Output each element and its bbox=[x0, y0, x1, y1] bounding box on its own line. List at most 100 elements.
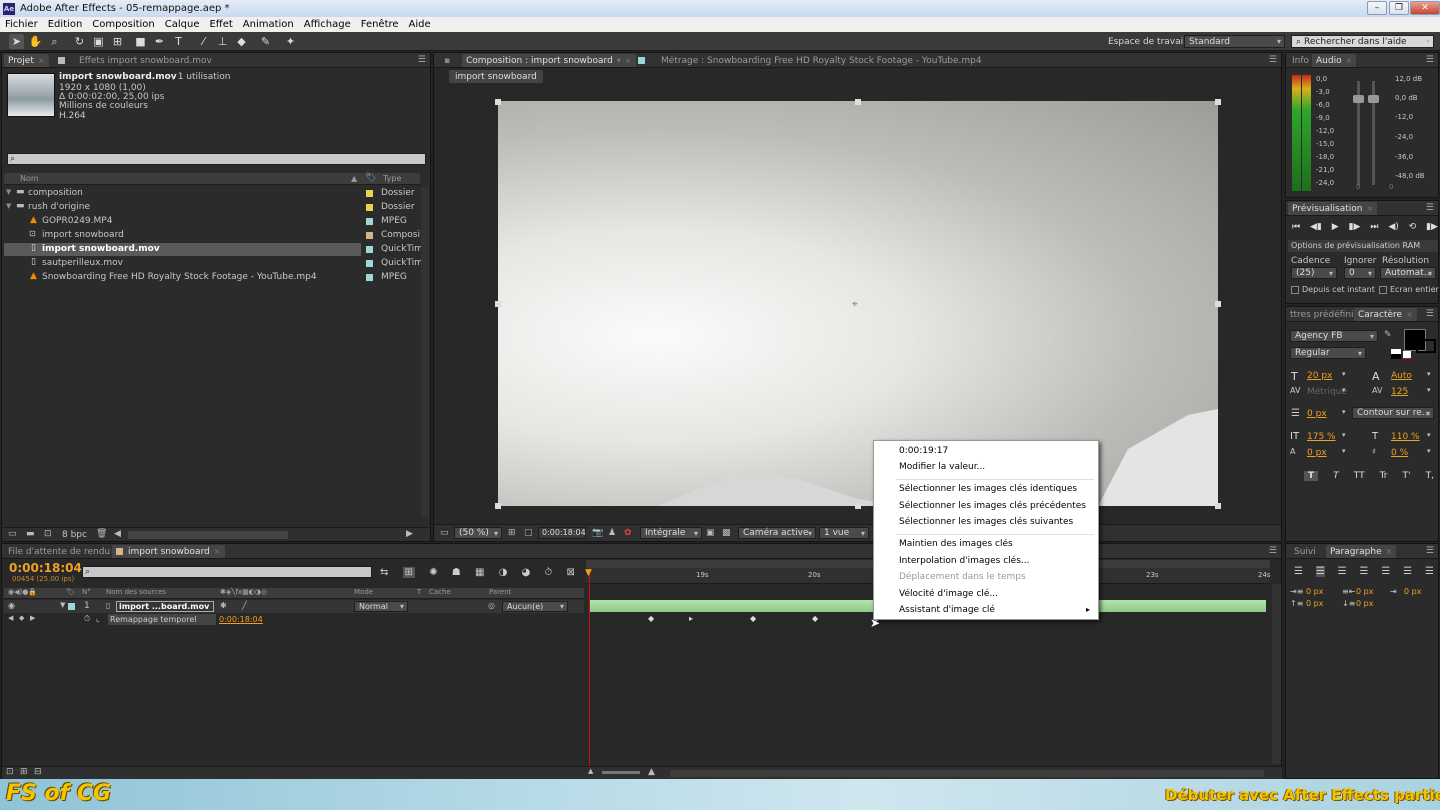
from-current-checkbox[interactable] bbox=[1291, 286, 1299, 294]
color-channels-icon[interactable]: ✿ bbox=[624, 528, 632, 538]
menu-affichage[interactable]: Affichage bbox=[299, 19, 356, 30]
tab-paragraph[interactable]: Paragraphe × bbox=[1326, 545, 1397, 558]
composition-frame[interactable]: ⌖ bbox=[498, 101, 1218, 506]
timeline-current-time[interactable]: 0:00:18:04 bbox=[9, 561, 82, 575]
menu-item-edit-value[interactable]: Modifier la valeur... bbox=[899, 462, 985, 472]
ram-preview-icon[interactable]: ▮▶ bbox=[1426, 222, 1438, 232]
volume-slider-thumb-left[interactable] bbox=[1353, 95, 1364, 103]
menu-animation[interactable]: Animation bbox=[238, 19, 299, 30]
subscript-button[interactable]: T, bbox=[1426, 471, 1434, 481]
list-item-selected[interactable]: ▯ import snowboard.mov bbox=[4, 243, 361, 256]
stroke-width-value[interactable]: 0 px bbox=[1307, 409, 1327, 419]
small-caps-button[interactable]: Tr bbox=[1380, 471, 1388, 481]
space-before-value[interactable]: 0 px bbox=[1306, 599, 1323, 608]
col-type[interactable]: Type bbox=[383, 174, 401, 183]
menu-composition[interactable]: Composition bbox=[87, 19, 159, 30]
workspace-select[interactable]: Standard bbox=[1184, 35, 1285, 48]
panel-menu-icon[interactable]: ☰ bbox=[1426, 55, 1434, 65]
keyframe-marker[interactable]: ▸ bbox=[689, 614, 693, 623]
tab-composition[interactable]: Composition : import snowboard ▾ × bbox=[462, 54, 636, 67]
baseline-shift-value[interactable]: 0 px bbox=[1307, 448, 1327, 458]
blend-mode-select[interactable]: Normal bbox=[354, 601, 408, 612]
playhead-line[interactable] bbox=[589, 568, 590, 770]
toggle-modes-icon[interactable]: ⊞ bbox=[20, 767, 28, 777]
align-left-icon[interactable]: ☰ bbox=[1294, 566, 1303, 577]
menu-fichier[interactable]: Fichier bbox=[0, 19, 43, 30]
roto-brush-tool-icon[interactable]: ✎ bbox=[258, 34, 273, 49]
menu-edition[interactable]: Edition bbox=[43, 19, 88, 30]
list-item[interactable]: ▲ GOPR0249.MP4 MPEG bbox=[4, 215, 420, 228]
align-right-icon[interactable]: ☰ bbox=[1338, 566, 1347, 577]
horizontal-scale-dropdown-icon[interactable]: ▾ bbox=[1427, 431, 1431, 439]
anchor-point-icon[interactable]: ⌖ bbox=[852, 299, 858, 310]
project-scrollbar[interactable] bbox=[421, 187, 429, 517]
font-size-dropdown-icon[interactable]: ▾ bbox=[1342, 370, 1346, 378]
zoom-tool-icon[interactable]: ⌕ bbox=[47, 34, 62, 49]
minimize-button[interactable]: – bbox=[1367, 1, 1387, 15]
cadence-select[interactable]: (25) bbox=[1291, 267, 1337, 279]
playhead-handle-icon[interactable]: ▼ bbox=[585, 568, 593, 578]
font-family-select[interactable]: Agency FB bbox=[1290, 330, 1378, 342]
view-layout-select[interactable]: 1 vue bbox=[819, 527, 869, 539]
previous-frame-icon[interactable]: ◀▮ bbox=[1310, 222, 1322, 232]
timeline-search-input[interactable]: ⌕ bbox=[82, 566, 372, 578]
tab-footage[interactable]: Métrage : Snowboarding Free HD Royalty S… bbox=[634, 54, 986, 67]
project-search-input[interactable]: ⌕ bbox=[7, 153, 426, 165]
panel-menu-icon[interactable]: ☰ bbox=[1426, 203, 1434, 213]
panel-menu-icon[interactable]: ☰ bbox=[1426, 546, 1434, 556]
pen-tool-icon[interactable]: ✒ bbox=[152, 34, 167, 49]
stroke-type-select[interactable]: Contour sur re... bbox=[1352, 407, 1434, 419]
indent-first-line-value[interactable]: 0 px bbox=[1404, 587, 1421, 596]
show-snapshot-icon[interactable]: ♟ bbox=[608, 528, 616, 538]
puppet-tool-icon[interactable]: ✦ bbox=[283, 34, 298, 49]
quality-switch-icon[interactable]: ╱ bbox=[242, 601, 247, 610]
composition-breadcrumb[interactable]: import snowboard bbox=[449, 70, 543, 83]
kerning-dropdown-icon[interactable]: ▾ bbox=[1342, 386, 1346, 394]
vertical-scale-value[interactable]: 175 % bbox=[1307, 432, 1336, 442]
horizontal-scrollbar[interactable] bbox=[128, 531, 288, 539]
menu-item-select-equal-keyframes[interactable]: Sélectionner les images clés identiques bbox=[899, 484, 1077, 494]
rotate-tool-icon[interactable]: ↻ bbox=[72, 34, 87, 49]
transform-handle-tc[interactable] bbox=[855, 99, 861, 105]
indent-right-value[interactable]: 0 px bbox=[1356, 587, 1373, 596]
leading-dropdown-icon[interactable]: ▾ bbox=[1427, 370, 1431, 378]
last-frame-icon[interactable]: ⏭ bbox=[1370, 222, 1378, 232]
toggle-in-out-icon[interactable]: ⊟ bbox=[34, 767, 42, 777]
col-name[interactable]: Nom bbox=[20, 174, 39, 183]
transform-handle-tr[interactable] bbox=[1215, 99, 1221, 105]
transform-handle-bc[interactable] bbox=[855, 503, 861, 509]
frame-blending-icon[interactable]: ▦ bbox=[475, 567, 484, 578]
close-button[interactable]: ✕ bbox=[1410, 1, 1440, 15]
brush-tool-icon[interactable]: ⁄ bbox=[196, 34, 211, 49]
live-update-icon[interactable]: ⊞ bbox=[402, 566, 415, 578]
label-tag-icon[interactable]: 🏷 bbox=[365, 173, 376, 183]
menu-item-keyframe-velocity[interactable]: Vélocité d'image clé... bbox=[899, 589, 998, 599]
shy-layers-icon[interactable]: ☗ bbox=[452, 567, 461, 578]
kerning-value[interactable]: Métrique bbox=[1307, 387, 1347, 397]
space-after-value[interactable]: 0 px bbox=[1356, 599, 1373, 608]
resolution-select[interactable]: Automat... bbox=[1380, 267, 1436, 279]
timeline-zoom-slider[interactable] bbox=[602, 771, 640, 774]
rectangle-tool-icon[interactable]: ■ bbox=[133, 34, 148, 49]
camera-view-select[interactable]: Caméra active bbox=[738, 527, 816, 539]
scroll-left-icon[interactable]: ◀ bbox=[114, 529, 121, 539]
menu-item-keyframe-assistant[interactable]: Assistant d'image clé bbox=[899, 605, 995, 615]
tab-projet[interactable]: Projet × bbox=[4, 54, 49, 67]
stroke-color-swatch[interactable] bbox=[1416, 339, 1436, 353]
next-frame-icon[interactable]: ▮▶ bbox=[1349, 222, 1361, 232]
ram-preview-options-select[interactable]: Options de prévisualisation RAM bbox=[1288, 240, 1438, 252]
list-item[interactable]: ▼ ▬ composition Dossier bbox=[4, 187, 420, 200]
list-item[interactable]: ▯ sautperilleux.mov QuickTim bbox=[4, 257, 423, 270]
transform-handle-tl[interactable] bbox=[495, 99, 501, 105]
expand-triangle-icon[interactable]: ▼ bbox=[60, 601, 65, 609]
panel-menu-icon[interactable]: ☰ bbox=[1426, 309, 1434, 319]
next-keyframe-icon[interactable]: ▶ bbox=[30, 614, 35, 622]
tracking-value[interactable]: 125 bbox=[1391, 387, 1408, 397]
loop-icon[interactable]: ⟲ bbox=[1409, 222, 1417, 232]
tsume-dropdown-icon[interactable]: ▾ bbox=[1427, 447, 1431, 455]
toggle-switches-icon[interactable]: ⊡ bbox=[6, 767, 14, 777]
indent-left-value[interactable]: 0 px bbox=[1306, 587, 1323, 596]
menu-item-select-previous-keyframes[interactable]: Sélectionner les images clés précédentes bbox=[899, 501, 1086, 511]
tsume-value[interactable]: 0 % bbox=[1391, 448, 1408, 458]
faux-italic-button[interactable]: T bbox=[1333, 471, 1339, 481]
